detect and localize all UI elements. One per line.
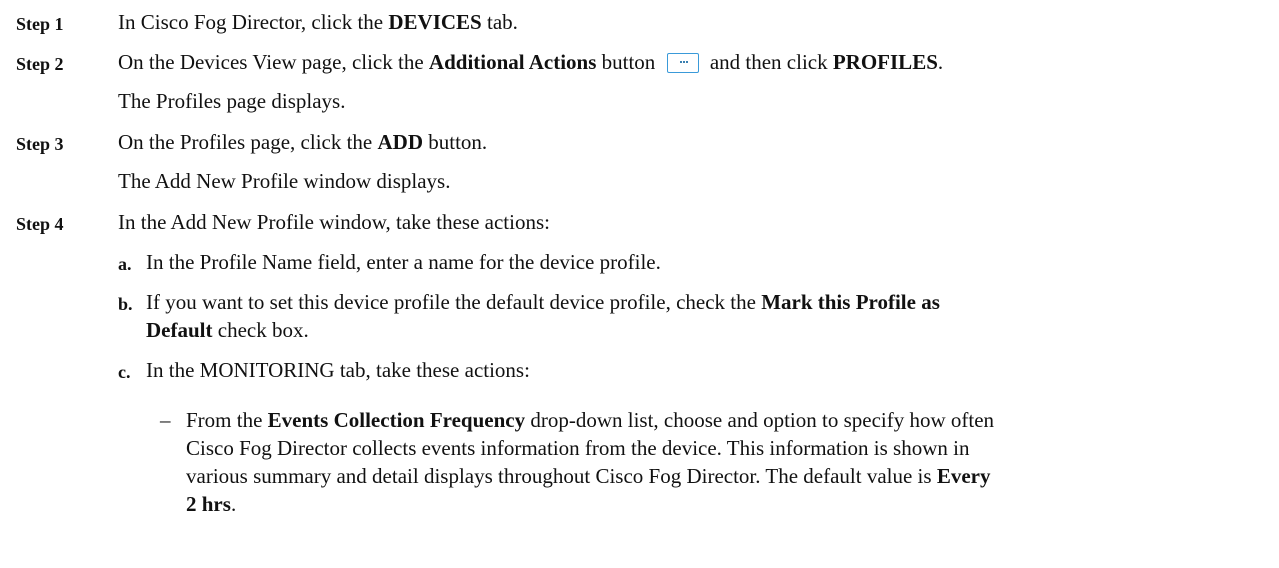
step-2-pre: On the Devices View page, click the bbox=[118, 50, 429, 74]
step-1-label: Step 1 bbox=[16, 14, 64, 34]
step-2-mid2: and then click bbox=[704, 50, 833, 74]
step-3-label: Step 3 bbox=[16, 134, 64, 154]
bullet-every: Every bbox=[936, 464, 991, 488]
step-3-result: The Add New Profile window displays. bbox=[118, 169, 451, 193]
step-4-text: In the Add New Profile window, take thes… bbox=[118, 210, 550, 234]
bullet-2hrs: 2 hrs bbox=[186, 492, 231, 516]
step-3-add: ADD bbox=[377, 130, 424, 154]
step-1-devices: DEVICES bbox=[388, 10, 482, 34]
bullet-events-frequency: Events Collection Frequency bbox=[267, 408, 526, 432]
substep-b-text-line2: Default check box. bbox=[146, 317, 309, 343]
step-1-pre: In Cisco Fog Director, click the bbox=[118, 10, 389, 34]
bullet-dash: – bbox=[160, 408, 171, 432]
step-2-profiles: PROFILES bbox=[832, 50, 938, 74]
step-4-label: Step 4 bbox=[16, 214, 64, 234]
step-3-post: button. bbox=[423, 130, 488, 154]
bullet-line-3: various summary and detail displays thro… bbox=[186, 463, 990, 489]
step-3-text: On the Profiles page, click the ADD butt… bbox=[118, 129, 487, 155]
substep-c-letter: c. bbox=[118, 362, 131, 382]
substep-c-text: In the MONITORING tab, take these action… bbox=[146, 358, 530, 382]
substep-b-post: check box. bbox=[212, 318, 309, 342]
bullet-line-2: Cisco Fog Director collects events infor… bbox=[186, 436, 970, 460]
step-3-pre: On the Profiles page, click the bbox=[118, 130, 378, 154]
substep-b-default: Default bbox=[146, 318, 213, 342]
substep-a-letter: a. bbox=[118, 254, 132, 274]
step-2-result: The Profiles page displays. bbox=[118, 89, 346, 113]
bullet-l3-pre: various summary and detail displays thro… bbox=[186, 464, 937, 488]
substep-b-mark-profile: Mark this Profile as bbox=[761, 290, 940, 314]
step-1-text: In Cisco Fog Director, click the DEVICES… bbox=[118, 9, 518, 35]
step-2-text: On the Devices View page, click the Addi… bbox=[118, 49, 943, 75]
step-2-post: . bbox=[937, 50, 944, 74]
substep-b-letter: b. bbox=[118, 294, 133, 314]
step-2-mid: button bbox=[596, 50, 661, 74]
bullet-post: . bbox=[230, 492, 237, 516]
ellipsis-icon bbox=[666, 53, 699, 73]
bullet-l1-post: drop-down list, choose and option to spe… bbox=[525, 408, 995, 432]
step-2-label: Step 2 bbox=[16, 54, 64, 74]
step-1-post: tab. bbox=[481, 10, 518, 34]
bullet-pre: From the bbox=[186, 408, 268, 432]
substep-a-text: In the Profile Name field, enter a name … bbox=[146, 250, 661, 274]
bullet-line-1: From the Events Collection Frequency dro… bbox=[186, 407, 994, 433]
substep-b-pre: If you want to set this device profile t… bbox=[146, 290, 762, 314]
bullet-line-4: 2 hrs. bbox=[186, 491, 236, 517]
substep-b-text: If you want to set this device profile t… bbox=[146, 289, 940, 315]
step-2-additional-actions: Additional Actions bbox=[428, 50, 597, 74]
